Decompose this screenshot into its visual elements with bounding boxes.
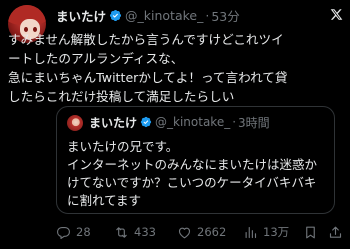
share-button[interactable] — [328, 222, 343, 242]
quoted-tweet-header: まいたけ @_kinotake_ · 3時間 — [89, 114, 270, 130]
quoted-text-line: けてないですか？こいつのケータイバキバキ — [67, 175, 317, 190]
reply-icon — [57, 226, 70, 239]
separator-dot: · — [232, 115, 237, 129]
retweet-icon — [116, 226, 127, 238]
author-name[interactable]: まいたけ — [56, 6, 106, 25]
views-chart-icon — [245, 226, 257, 238]
tweet-text-line: したらこれだけ投稿して満足したらしい — [8, 89, 235, 104]
verified-badge-icon — [109, 9, 122, 21]
quoted-author-handle: @_kinotake_ — [155, 115, 231, 129]
author-handle[interactable]: @_kinotake_ — [125, 8, 203, 23]
post-time[interactable]: 53分 — [211, 6, 239, 25]
x-logo-icon — [330, 9, 343, 20]
like-count: 2662 — [197, 225, 227, 239]
quoted-tweet-text: まいたけの兄です。 インターネットのみんなにまいたけは迷惑か けてないですか？こ… — [67, 138, 329, 210]
reply-count: 28 — [76, 225, 91, 239]
share-icon — [329, 226, 342, 238]
tweet-text-line: すみません解散したから言うんですけどこれツイ — [8, 32, 284, 47]
bookmark-icon — [306, 226, 315, 238]
quoted-post-time: 3時間 — [238, 115, 270, 130]
tweet-header: まいたけ @_kinotake_ · 53分 — [56, 6, 240, 24]
quoted-text-line: に割れてます — [67, 193, 142, 208]
quoted-text-line: まいたけの兄です。 — [67, 139, 179, 154]
quoted-text-line: インターネットのみんなにまいたけは迷惑か — [67, 157, 318, 172]
reply-button[interactable]: 28 — [56, 222, 91, 242]
verified-badge-icon — [140, 116, 152, 128]
views-count: 13万 — [263, 225, 290, 239]
tweet-text: すみません解散したから言うんですけどこれツイ ートしたのアルランディスな、 急に… — [8, 30, 344, 106]
like-button[interactable]: 2662 — [177, 222, 226, 242]
tweet: まいたけ @_kinotake_ · 53分 すみません解散したから言うんですけ… — [0, 0, 350, 249]
retweet-button[interactable]: 433 — [114, 222, 156, 242]
separator-dot: · — [205, 7, 210, 23]
retweet-count: 433 — [134, 225, 156, 239]
tweet-text-line: 急にまいちゃんTwitterかしてよ！って言われて貸 — [8, 70, 288, 85]
quoted-author-name: まいたけ — [89, 115, 138, 130]
action-bar: 28 433 2662 13万 — [56, 222, 346, 242]
quoted-tweet[interactable]: まいたけ @_kinotake_ · 3時間 まいたけの兄です。 インターネット… — [56, 106, 335, 214]
views-button[interactable]: 13万 — [243, 222, 289, 242]
tweet-text-line: ートしたのアルランディスな、 — [8, 51, 184, 66]
quoted-author-avatar — [67, 115, 83, 131]
heart-icon — [178, 227, 191, 238]
bookmark-button[interactable] — [303, 222, 318, 242]
